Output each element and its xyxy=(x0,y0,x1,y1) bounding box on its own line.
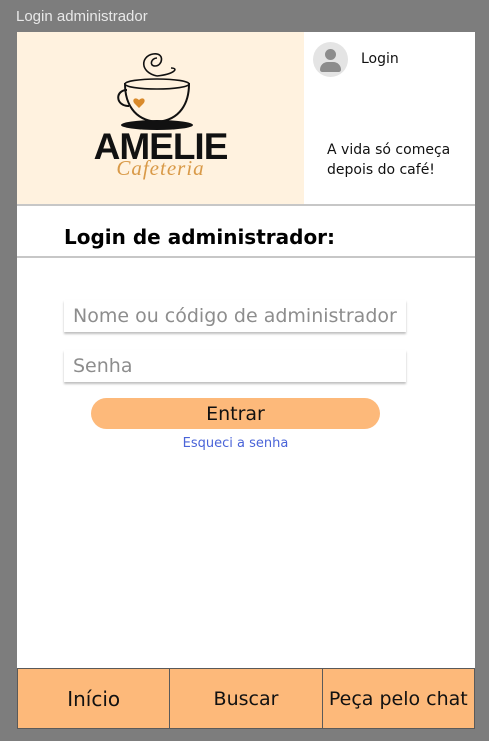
tab-inicio[interactable]: Início xyxy=(17,668,170,729)
password-input[interactable] xyxy=(64,350,406,382)
header-divider xyxy=(17,204,475,206)
bottom-nav: Início Buscar Peça pelo chat xyxy=(17,668,475,729)
admin-id-input[interactable] xyxy=(64,300,406,332)
tagline: A vida só começa depois do café! xyxy=(327,142,451,178)
app-frame: AMELIE Cafeteria Login A vida só começa … xyxy=(17,32,475,729)
header-account: Login A vida só começa depois do café! xyxy=(304,32,475,205)
tab-chat[interactable]: Peça pelo chat xyxy=(321,668,475,729)
forgot-password-link[interactable]: Esqueci a senha xyxy=(17,436,454,451)
user-avatar-icon[interactable] xyxy=(313,42,348,77)
logo-area: AMELIE Cafeteria xyxy=(17,32,304,205)
title-divider xyxy=(17,256,475,258)
window-title: Login administrador xyxy=(16,8,148,25)
avatar-head xyxy=(325,49,336,60)
login-link[interactable]: Login xyxy=(361,51,399,67)
coffee-cup-logo-icon xyxy=(117,53,193,130)
logo-subtitle: Cafeteria xyxy=(116,156,205,180)
avatar-body xyxy=(320,62,341,72)
page-title: Login de administrador: xyxy=(64,225,336,249)
header: AMELIE Cafeteria Login A vida só começa … xyxy=(17,32,475,206)
tab-buscar[interactable]: Buscar xyxy=(169,668,322,729)
enter-button[interactable]: Entrar xyxy=(91,398,380,429)
